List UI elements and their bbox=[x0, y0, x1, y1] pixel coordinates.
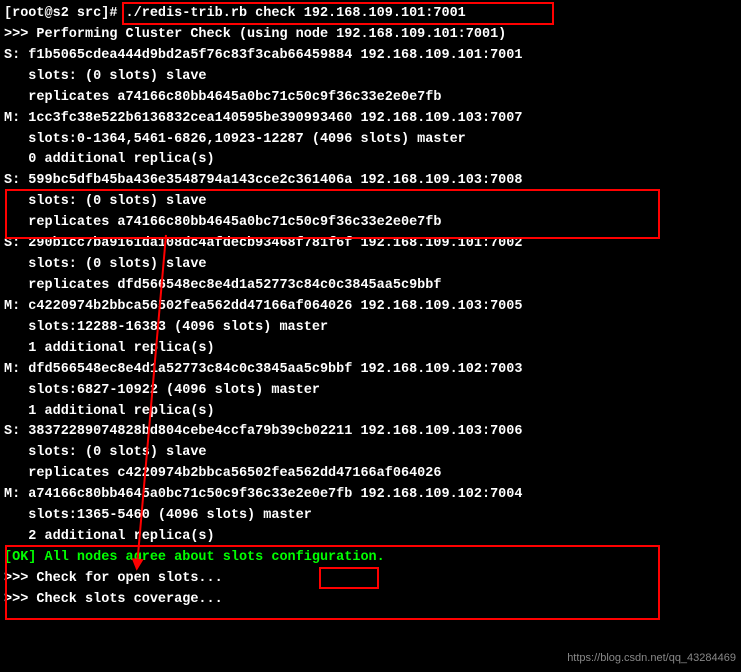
terminal-line: 2 additional replica(s) bbox=[4, 527, 741, 548]
terminal-line: >>> Check slots coverage... bbox=[4, 590, 741, 611]
terminal-line: [OK] All nodes agree about slots configu… bbox=[4, 548, 741, 569]
terminal-line: slots: (0 slots) slave bbox=[4, 192, 741, 213]
terminal-line: S: f1b5065cdea444d9bd2a5f76c83f3cab66459… bbox=[4, 46, 741, 67]
watermark-text: https://blog.csdn.net/qq_43284469 bbox=[567, 650, 736, 667]
terminal-line: 0 additional replica(s) bbox=[4, 150, 741, 171]
terminal-line: >>> Performing Cluster Check (using node… bbox=[4, 25, 741, 46]
terminal-line: replicates a74166c80bb4645a0bc71c50c9f36… bbox=[4, 213, 741, 234]
terminal-line: M: dfd566548ec8e4d1a52773c84c0c3845aa5c9… bbox=[4, 360, 741, 381]
terminal-line: 1 additional replica(s) bbox=[4, 402, 741, 423]
terminal-line: S: 290b1cc7ba9161da108dc4afdecb93468f781… bbox=[4, 234, 741, 255]
terminal-line: replicates dfd566548ec8e4d1a52773c84c0c3… bbox=[4, 276, 741, 297]
terminal-line: slots:1365-5460 (4096 slots) master bbox=[4, 506, 741, 527]
terminal-line: S: 38372289074828bd804cebe4ccfa79b39cb02… bbox=[4, 422, 741, 443]
terminal-line: M: a74166c80bb4645a0bc71c50c9f36c33e2e0e… bbox=[4, 485, 741, 506]
terminal-line: [root@s2 src]# ./redis-trib.rb check 192… bbox=[4, 4, 741, 25]
terminal-line: M: 1cc3fc38e522b6136832cea140595be390993… bbox=[4, 109, 741, 130]
terminal-line: >>> Check for open slots... bbox=[4, 569, 741, 590]
terminal-line: slots:6827-10922 (4096 slots) master bbox=[4, 381, 741, 402]
terminal-output: [root@s2 src]# ./redis-trib.rb check 192… bbox=[4, 4, 741, 611]
terminal-line: 1 additional replica(s) bbox=[4, 339, 741, 360]
terminal-line: replicates c4220974b2bbca56502fea562dd47… bbox=[4, 464, 741, 485]
terminal-line: slots: (0 slots) slave bbox=[4, 443, 741, 464]
terminal-line: slots: (0 slots) slave bbox=[4, 67, 741, 88]
terminal-line: replicates a74166c80bb4645a0bc71c50c9f36… bbox=[4, 88, 741, 109]
terminal-line: slots:0-1364,5461-6826,10923-12287 (4096… bbox=[4, 130, 741, 151]
terminal-line: slots: (0 slots) slave bbox=[4, 255, 741, 276]
terminal-line: M: c4220974b2bbca56502fea562dd47166af064… bbox=[4, 297, 741, 318]
terminal-line: S: 599bc5dfb45ba436e3548794a143cce2c3614… bbox=[4, 171, 741, 192]
terminal-line: slots:12288-16383 (4096 slots) master bbox=[4, 318, 741, 339]
